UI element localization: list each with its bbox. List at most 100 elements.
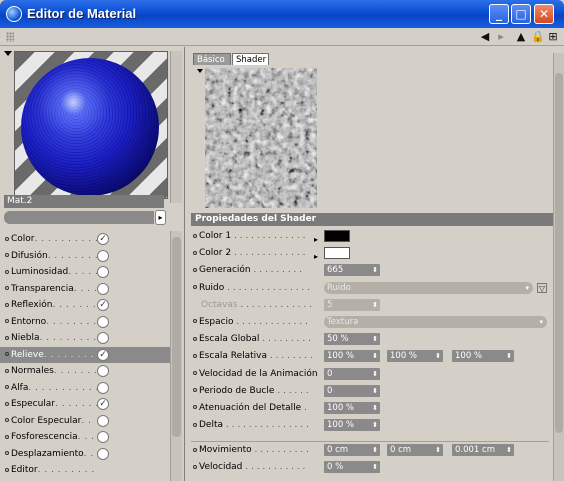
animate-dot-icon[interactable] xyxy=(193,250,197,255)
animate-dot-icon[interactable] xyxy=(5,467,9,472)
back-arrow-icon[interactable]: ◀ xyxy=(478,30,492,44)
animate-dot-icon[interactable] xyxy=(193,319,197,324)
atenuacion-field[interactable]: 100 % ⬍ xyxy=(324,401,380,414)
channel-checkbox[interactable] xyxy=(97,414,109,427)
animate-dot-icon[interactable] xyxy=(5,434,9,439)
animate-dot-icon[interactable] xyxy=(5,269,9,274)
forward-arrow-icon[interactable]: ▸ xyxy=(494,30,508,44)
animate-dot-icon[interactable] xyxy=(5,418,9,422)
movimiento-z-field[interactable]: 0.001 cm ⬍ xyxy=(452,444,514,457)
delta-field[interactable]: 100 % ⬍ xyxy=(324,419,380,432)
preview-scrollbar[interactable] xyxy=(170,51,182,203)
animate-dot-icon[interactable] xyxy=(5,319,9,323)
maximize-button[interactable]: □ xyxy=(511,4,531,24)
channel-item[interactable]: Normales . . . . . . . . . . . . xyxy=(0,363,170,380)
channel-item[interactable]: Transparencia . . . . . . . . . . . . xyxy=(0,281,170,298)
lock-icon[interactable]: 🔒 xyxy=(531,30,545,44)
espacio-dropdown[interactable]: Textura ▾ xyxy=(324,315,547,328)
scrollbar-thumb[interactable] xyxy=(172,237,181,437)
animate-dot-icon[interactable] xyxy=(193,233,197,238)
app-icon xyxy=(6,6,22,22)
animate-dot-icon[interactable] xyxy=(193,447,197,452)
channel-item[interactable]: Desplazamiento . . . . . . . . . . . . xyxy=(0,446,170,463)
slider-end-button[interactable]: ▸ xyxy=(155,210,166,225)
animate-dot-icon[interactable] xyxy=(193,371,197,375)
prop-escala-global: Escala Global . . . . . . . . . 50 % ⬍ xyxy=(187,331,553,348)
movimiento-y-field[interactable]: 0 cm ⬍ xyxy=(387,444,443,457)
channel-item[interactable]: Editor . . . . . . . . . . . . xyxy=(0,462,170,479)
periodo-bucle-field[interactable]: 0 ⬍ xyxy=(324,384,380,397)
channel-item[interactable]: Relieve . . . . . . . . . . . .✓ xyxy=(0,346,170,363)
animate-dot-icon[interactable] xyxy=(5,253,9,257)
animate-dot-icon[interactable] xyxy=(5,302,9,307)
shader-scrollbar[interactable] xyxy=(553,53,564,481)
animate-dot-icon[interactable] xyxy=(193,464,197,469)
new-window-icon[interactable]: ⊞ xyxy=(546,30,560,44)
animate-dot-icon[interactable] xyxy=(5,451,9,455)
material-name-slider[interactable] xyxy=(4,211,154,224)
tab-basic[interactable]: Básico xyxy=(193,53,231,65)
channel-checkbox[interactable] xyxy=(97,282,109,295)
material-name[interactable]: Mat.2 xyxy=(4,195,164,208)
channel-checkbox[interactable]: ✓ xyxy=(97,398,109,410)
velocidad-animacion-field[interactable]: 0 ⬍ xyxy=(324,367,380,380)
channel-checkbox[interactable] xyxy=(97,365,109,377)
animate-dot-icon[interactable] xyxy=(193,388,197,393)
escala-global-field[interactable]: 50 % ⬍ xyxy=(324,333,380,346)
channel-scrollbar[interactable] xyxy=(170,231,182,481)
animate-dot-icon[interactable] xyxy=(193,336,197,341)
channel-checkbox[interactable] xyxy=(97,315,109,328)
animate-dot-icon[interactable] xyxy=(193,267,197,272)
color1-swatch[interactable] xyxy=(324,230,350,242)
channel-checkbox[interactable] xyxy=(97,381,109,394)
minimize-button[interactable]: _ xyxy=(489,4,509,24)
octavas-field[interactable]: 5 ⬍ xyxy=(324,298,380,311)
preview-menu-icon[interactable] xyxy=(4,51,12,56)
animate-dot-icon[interactable] xyxy=(5,401,9,406)
channel-checkbox[interactable] xyxy=(97,332,109,344)
channel-item[interactable]: Color Especular . . . . . . . . . . . . xyxy=(0,413,170,430)
channel-checkbox[interactable] xyxy=(97,266,109,278)
material-preview[interactable] xyxy=(14,51,168,199)
channel-item[interactable]: Niebla . . . . . . . . . . . . xyxy=(0,330,170,347)
channel-item[interactable]: Reflexión . . . . . . . . . . . .✓ xyxy=(0,297,170,314)
animate-dot-icon[interactable] xyxy=(5,335,9,340)
ruido-dropdown[interactable]: Ruido ▾ xyxy=(324,281,533,294)
channel-item[interactable]: Difusión . . . . . . . . . . . . xyxy=(0,248,170,265)
channel-item[interactable]: Luminosidad . . . . . . . . . . . . xyxy=(0,264,170,281)
animate-dot-icon[interactable] xyxy=(193,422,197,427)
shader-preview-menu-icon[interactable] xyxy=(197,69,203,73)
movimiento-x-field[interactable]: 0 cm ⬍ xyxy=(324,444,380,457)
channel-checkbox[interactable]: ✓ xyxy=(97,348,109,361)
close-button[interactable]: ✕ xyxy=(534,4,554,24)
escala-relativa-x-field[interactable]: 100 % ⬍ xyxy=(324,350,380,363)
tab-shader[interactable]: Shader xyxy=(232,53,269,65)
channel-item[interactable]: Fosforescencia . . . . . . . . . . . . xyxy=(0,429,170,446)
animate-dot-icon[interactable] xyxy=(5,385,9,389)
animate-dot-icon[interactable] xyxy=(5,236,9,241)
channel-item[interactable]: Alfa . . . . . . . . . . . . xyxy=(0,380,170,397)
grip-icon[interactable] xyxy=(6,32,14,42)
color2-swatch[interactable] xyxy=(324,247,350,260)
escala-relativa-y-field[interactable]: 100 % ⬍ xyxy=(387,350,443,363)
scrollbar-thumb[interactable] xyxy=(555,73,563,433)
escala-relativa-z-field[interactable]: 100 % ⬍ xyxy=(452,350,514,363)
channel-item[interactable]: Entorno . . . . . . . . . . . . xyxy=(0,314,170,331)
ruido-options-icon[interactable]: ▽ xyxy=(537,282,547,293)
animate-dot-icon[interactable] xyxy=(5,368,9,373)
channel-item[interactable]: Color . . . . . . . . . . . .✓ xyxy=(0,231,170,248)
channel-checkbox[interactable] xyxy=(97,447,109,460)
channel-checkbox[interactable]: ✓ xyxy=(97,299,109,311)
up-arrow-icon[interactable]: ▲ xyxy=(514,30,528,44)
channel-checkbox[interactable] xyxy=(97,431,109,443)
generacion-field[interactable]: 665 ⬍ xyxy=(324,264,380,277)
animate-dot-icon[interactable] xyxy=(5,352,9,356)
animate-dot-icon[interactable] xyxy=(193,353,197,358)
channel-item[interactable]: Especular . . . . . . . . . . . .✓ xyxy=(0,396,170,413)
animate-dot-icon[interactable] xyxy=(193,285,197,290)
animate-dot-icon[interactable] xyxy=(193,405,197,410)
channel-checkbox[interactable] xyxy=(97,249,109,262)
velocidad-field[interactable]: 0 % ⬍ xyxy=(324,461,380,474)
animate-dot-icon[interactable] xyxy=(5,286,9,290)
channel-checkbox[interactable]: ✓ xyxy=(97,233,109,245)
